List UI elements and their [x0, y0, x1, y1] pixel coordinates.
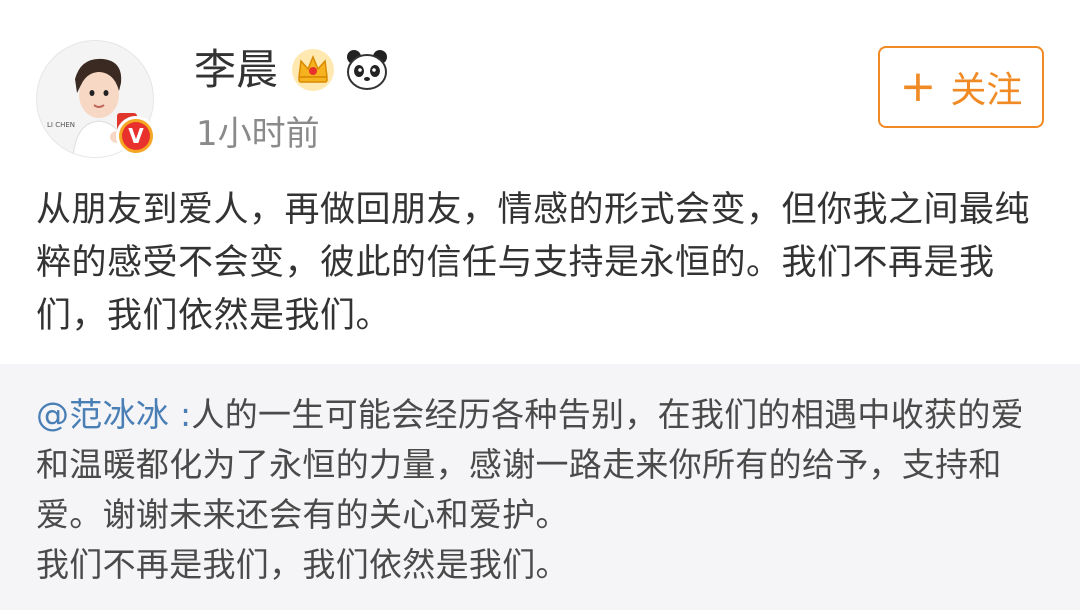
avatar[interactable]: LI CHEN V: [36, 40, 156, 158]
username[interactable]: 李晨: [194, 42, 278, 98]
verified-badge: V: [116, 116, 156, 156]
follow-button[interactable]: + 关注: [878, 46, 1044, 128]
username-row: 李晨: [194, 42, 398, 98]
follow-button-label: 关注: [950, 70, 1023, 111]
repost-section[interactable]: @范冰冰 :人的一生可能会经历各种告别，在我们的相遇中收获的爱和温暖都化为了永恒…: [0, 364, 1080, 610]
repost-content: @范冰冰 :人的一生可能会经历各种告别，在我们的相遇中收获的爱和温暖都化为了永恒…: [36, 390, 1046, 590]
panda-icon[interactable]: [344, 47, 390, 93]
avatar-caption: LI CHEN: [47, 121, 75, 129]
plus-icon: +: [899, 61, 937, 112]
post-header: LI CHEN V 李晨 1小时前 + 关注: [0, 0, 1080, 175]
verified-icon: V: [122, 122, 150, 150]
mention-separator: :: [169, 395, 192, 434]
crown-icon[interactable]: [290, 47, 336, 93]
post-content: 从朋友到爱人，再做回朋友，情感的形式会变，但你我之间最纯粹的感受不会变，彼此的信…: [36, 190, 1031, 336]
mention-link[interactable]: @范冰冰: [36, 395, 169, 434]
post-timestamp: 1小时前: [196, 114, 320, 154]
repost-body-last-line: 我们不再是我们，我们依然是我们。: [36, 545, 569, 584]
